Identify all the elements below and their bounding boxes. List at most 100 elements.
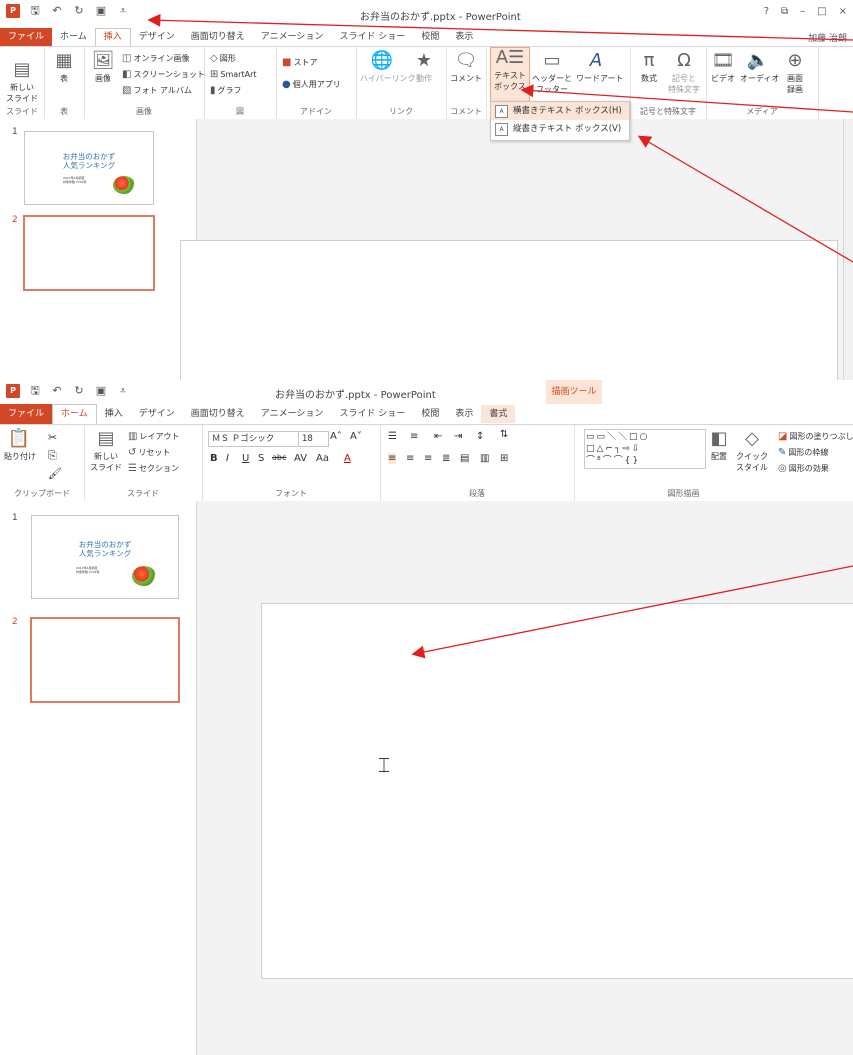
- undo-icon[interactable]: ↶: [50, 4, 64, 18]
- new-slide-button[interactable]: ▤ 新しい スライド: [4, 51, 40, 104]
- tab-file[interactable]: ファイル: [0, 404, 53, 424]
- customize-qat-icon[interactable]: ⩡: [116, 384, 130, 398]
- tab-slideshow[interactable]: スライド ショー: [331, 28, 413, 46]
- tab-format[interactable]: 書式: [481, 405, 516, 423]
- shape-effects-button[interactable]: ◎ 図形の効果: [778, 463, 829, 474]
- ribbon-display-button[interactable]: ⧉: [781, 6, 788, 17]
- textbox-button[interactable]: A☰ テキスト ボックス: [490, 47, 530, 105]
- maximize-button[interactable]: □: [817, 6, 826, 17]
- font-size-combobox[interactable]: 18: [298, 431, 329, 447]
- screen-recording-button[interactable]: ⊕ 画面 録画: [780, 51, 810, 95]
- tab-transitions[interactable]: 画面切り替え: [183, 405, 253, 423]
- reset-button[interactable]: ↺ リセット: [128, 447, 170, 458]
- video-button[interactable]: 🎞 ビデオ: [708, 51, 738, 84]
- shapes-gallery[interactable]: ▭▭＼＼□○ □△⌐┐⇨⇩ ⌒⁸⌒⌒{}: [584, 429, 706, 469]
- hyperlink-button[interactable]: 🌐 ハイパーリンク: [360, 51, 416, 84]
- wordart-button[interactable]: A ワードアート: [576, 51, 624, 84]
- increase-font-icon[interactable]: A˄: [330, 431, 342, 442]
- decrease-font-icon[interactable]: A˅: [350, 431, 362, 442]
- audio-button[interactable]: 🔈 オーディオ: [740, 51, 779, 84]
- tab-home[interactable]: ホーム: [52, 28, 95, 46]
- tab-slideshow[interactable]: スライド ショー: [331, 405, 413, 423]
- save-icon[interactable]: 🖫: [28, 4, 42, 18]
- new-slide-button[interactable]: ▤ 新しい スライド: [88, 429, 124, 473]
- copy-icon[interactable]: ⎘: [48, 449, 57, 463]
- increase-indent-icon[interactable]: ⇥: [454, 431, 462, 442]
- tab-file[interactable]: ファイル: [0, 28, 53, 46]
- align-center-icon[interactable]: ≡: [406, 453, 414, 464]
- format-painter-icon[interactable]: 🖌: [48, 467, 62, 480]
- save-icon[interactable]: 🖫: [28, 384, 42, 398]
- tab-design[interactable]: デザイン: [131, 28, 183, 46]
- cut-icon[interactable]: ✂: [48, 431, 57, 444]
- header-footer-button[interactable]: ▭ ヘッダーと フッター: [532, 51, 572, 95]
- close-button[interactable]: ×: [839, 6, 847, 17]
- screenshot-button[interactable]: ◧ スクリーンショット: [122, 69, 205, 80]
- align-right-icon[interactable]: ≡: [424, 453, 432, 464]
- minimize-button[interactable]: –: [800, 6, 805, 17]
- current-slide[interactable]: [180, 240, 838, 380]
- menu-item-horizontal-textbox[interactable]: A 横書きテキスト ボックス(H): [491, 102, 629, 120]
- justify-icon[interactable]: ≣: [442, 453, 450, 464]
- menu-item-vertical-textbox[interactable]: A 縦書きテキスト ボックス(V): [491, 120, 629, 138]
- layout-button[interactable]: ▥ レイアウト: [128, 431, 179, 442]
- tab-review[interactable]: 校閲: [413, 28, 447, 46]
- section-button[interactable]: ☰ セクション: [128, 463, 179, 474]
- align-left-icon[interactable]: ≡: [388, 453, 397, 464]
- columns-icon[interactable]: ▥: [480, 453, 489, 464]
- arrange-button[interactable]: ◧ 配置: [704, 429, 734, 462]
- tab-design[interactable]: デザイン: [131, 405, 183, 423]
- paste-button[interactable]: 📋 貼り付け: [4, 429, 36, 462]
- shape-fill-button[interactable]: ◪ 図形の塗りつぶし: [778, 431, 853, 442]
- tab-insert[interactable]: 挿入: [97, 405, 131, 423]
- help-button[interactable]: ?: [764, 6, 769, 17]
- my-apps-button[interactable]: ● 個人用アプリ: [282, 79, 341, 90]
- slide-thumbnail-2[interactable]: [30, 617, 180, 703]
- equation-button[interactable]: π 数式: [634, 51, 664, 84]
- shadow-icon[interactable]: S: [258, 453, 264, 464]
- start-slideshow-icon[interactable]: ▣: [94, 384, 108, 398]
- redo-icon[interactable]: ↻: [72, 384, 86, 398]
- photo-album-button[interactable]: ▨ フォト アルバム: [122, 85, 192, 96]
- chart-button[interactable]: ▮ グラフ: [210, 85, 242, 96]
- text-direction-icon[interactable]: ⇅: [500, 429, 508, 440]
- change-case-icon[interactable]: Aa: [316, 453, 329, 464]
- underline-icon[interactable]: U: [242, 453, 249, 464]
- customize-qat-icon[interactable]: ⩡: [116, 4, 130, 18]
- picture-button[interactable]: 🖼 画像: [88, 51, 118, 84]
- comment-button[interactable]: 🗨 コメント: [450, 51, 482, 84]
- tab-view[interactable]: 表示: [447, 28, 481, 46]
- character-spacing-icon[interactable]: AV: [294, 453, 307, 464]
- smartart-button[interactable]: ⊞ SmartArt: [210, 69, 257, 80]
- online-pictures-button[interactable]: ◫ オンライン画像: [122, 53, 189, 64]
- tab-animations[interactable]: アニメーション: [253, 405, 332, 423]
- numbering-icon[interactable]: ≡: [410, 431, 418, 442]
- store-button[interactable]: ■ ストア: [282, 57, 317, 68]
- shape-outline-button[interactable]: ✎ 図形の枠線: [778, 447, 828, 458]
- start-slideshow-icon[interactable]: ▣: [94, 4, 108, 18]
- shapes-button[interactable]: ◇ 図形: [210, 53, 236, 64]
- tab-transitions[interactable]: 画面切り替え: [183, 28, 253, 46]
- vertical-scrollbar[interactable]: [843, 119, 853, 380]
- slide-thumbnail-1[interactable]: お弁当のおかず 人気ランキング 2017年4月調査 対象件数 2742件: [24, 131, 154, 205]
- bold-icon[interactable]: B: [210, 453, 218, 464]
- tab-home[interactable]: ホーム: [52, 403, 97, 425]
- current-slide[interactable]: ⌶: [261, 603, 853, 979]
- user-name[interactable]: 加藤 治朗: [808, 31, 847, 44]
- slide-thumbnail-1[interactable]: お弁当のおかず 人気ランキング 2017年4月調査 対象件数 2742件: [31, 515, 179, 599]
- tab-view[interactable]: 表示: [447, 405, 481, 423]
- bullets-icon[interactable]: ☰: [388, 431, 397, 442]
- tab-insert[interactable]: 挿入: [94, 27, 131, 47]
- action-button[interactable]: ★ 動作: [408, 51, 440, 84]
- smartart-convert-icon[interactable]: ⊞: [500, 453, 508, 464]
- undo-icon[interactable]: ↶: [50, 384, 64, 398]
- quick-styles-button[interactable]: ◇ クイック スタイル: [734, 429, 770, 473]
- font-name-combobox[interactable]: ＭＳ Ｐゴシック: [208, 431, 301, 447]
- font-color-icon[interactable]: A: [344, 453, 351, 464]
- distribute-icon[interactable]: ▤: [460, 453, 469, 464]
- tab-animations[interactable]: アニメーション: [253, 28, 332, 46]
- tab-review[interactable]: 校閲: [413, 405, 447, 423]
- strikethrough-icon[interactable]: abc: [272, 453, 286, 462]
- line-spacing-icon[interactable]: ↕: [476, 431, 484, 442]
- italic-icon[interactable]: I: [226, 453, 229, 464]
